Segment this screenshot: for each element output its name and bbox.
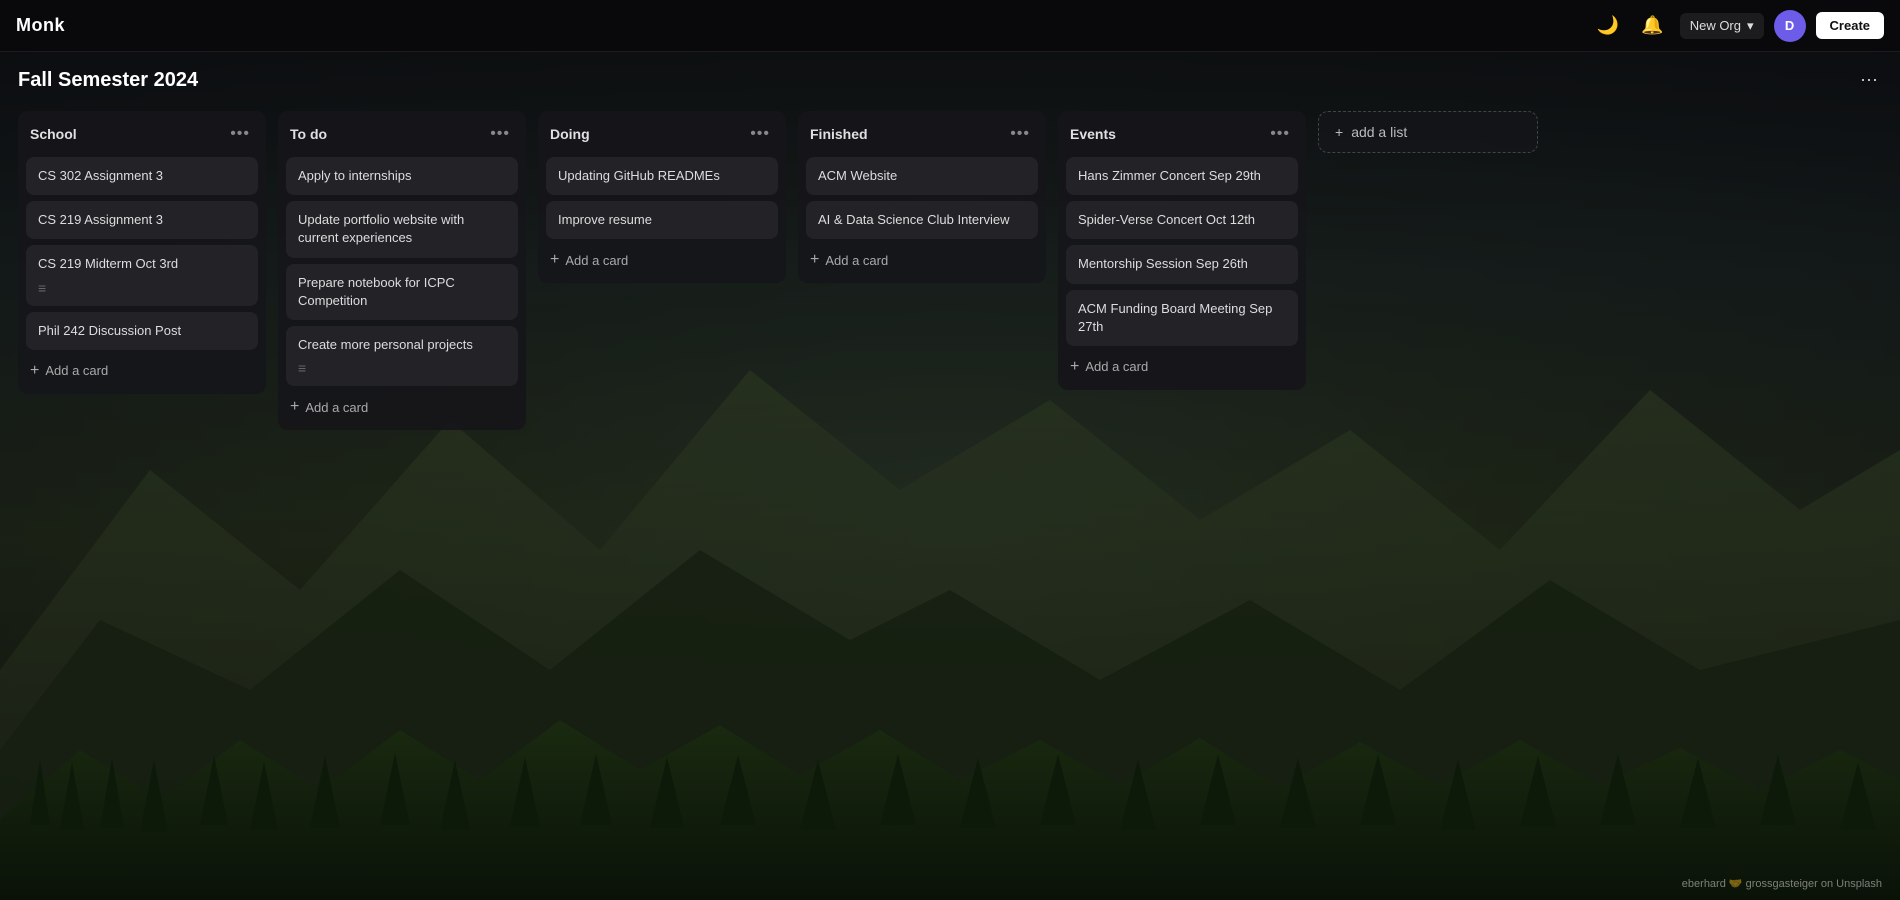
table-row[interactable]: Spider-Verse Concert Oct 12th bbox=[1066, 201, 1298, 239]
plus-icon: + bbox=[550, 251, 559, 269]
board-header: Fall Semester 2024 ⋯ bbox=[18, 66, 1882, 95]
add-card-label: Add a card bbox=[565, 253, 628, 268]
board-title: Fall Semester 2024 bbox=[18, 69, 198, 92]
card-text: Improve resume bbox=[558, 211, 766, 229]
card-text: Updating GitHub READMEs bbox=[558, 167, 766, 185]
list-menu-doing[interactable]: ••• bbox=[746, 123, 774, 145]
list-title-finished: Finished bbox=[810, 126, 868, 142]
card-text: AI & Data Science Club Interview bbox=[818, 211, 1026, 229]
add-card-button-events[interactable]: + Add a card bbox=[1066, 352, 1298, 382]
list-header-doing: Doing ••• bbox=[546, 121, 778, 151]
list-todo: To do ••• Apply to internships Update portf… bbox=[278, 111, 526, 430]
list-header-todo: To do ••• bbox=[286, 121, 518, 151]
list-title-school: School bbox=[30, 126, 77, 142]
add-card-button-finished[interactable]: + Add a card bbox=[806, 245, 1038, 275]
card-text: CS 219 Assignment 3 bbox=[38, 211, 246, 229]
list-finished: Finished ••• ACM Website AI & Data Science … bbox=[798, 111, 1046, 283]
table-row[interactable]: CS 219 Assignment 3 bbox=[26, 201, 258, 239]
org-selector[interactable]: New Org ▾ bbox=[1680, 13, 1764, 39]
add-card-button-school[interactable]: + Add a card bbox=[26, 356, 258, 386]
add-card-button-todo[interactable]: + Add a card bbox=[286, 392, 518, 422]
card-text: CS 302 Assignment 3 bbox=[38, 167, 246, 185]
notifications-button[interactable]: 🔔 bbox=[1635, 9, 1669, 42]
add-list-label: add a list bbox=[1351, 124, 1407, 140]
table-row[interactable]: Create more personal projects ≡ bbox=[286, 326, 518, 386]
card-text: ACM Funding Board Meeting Sep 27th bbox=[1078, 300, 1286, 336]
add-card-label: Add a card bbox=[1085, 359, 1148, 374]
table-row[interactable]: Update portfolio website with current ex… bbox=[286, 201, 518, 257]
avatar[interactable]: D bbox=[1774, 10, 1806, 42]
avatar-initials: D bbox=[1785, 18, 1794, 33]
list-events: Events ••• Hans Zimmer Concert Sep 29th Spi… bbox=[1058, 111, 1306, 390]
add-list-plus-icon: + bbox=[1335, 124, 1343, 140]
card-text: Spider-Verse Concert Oct 12th bbox=[1078, 211, 1286, 229]
board-menu-button[interactable]: ⋯ bbox=[1856, 66, 1882, 95]
add-card-label: Add a card bbox=[825, 253, 888, 268]
card-text: Update portfolio website with current ex… bbox=[298, 211, 506, 247]
table-row[interactable]: Updating GitHub READMEs bbox=[546, 157, 778, 195]
list-title-todo: To do bbox=[290, 126, 327, 142]
moon-icon: 🌙 bbox=[1597, 15, 1619, 36]
footer-credit: eberhard 🤝 grossgasteiger on Unsplash bbox=[1682, 877, 1882, 890]
create-button[interactable]: Create bbox=[1816, 12, 1884, 39]
card-text: Hans Zimmer Concert Sep 29th bbox=[1078, 167, 1286, 185]
list-school: School ••• CS 302 Assignment 3 CS 219 Assig… bbox=[18, 111, 266, 394]
navbar-right: 🌙 🔔 New Org ▾ D Create bbox=[1591, 9, 1884, 42]
table-row[interactable]: Hans Zimmer Concert Sep 29th bbox=[1066, 157, 1298, 195]
plus-icon: + bbox=[290, 398, 299, 416]
table-row[interactable]: Mentorship Session Sep 26th bbox=[1066, 245, 1298, 283]
list-menu-finished[interactable]: ••• bbox=[1006, 123, 1034, 145]
card-text: Create more personal projects bbox=[298, 336, 506, 354]
chevron-down-icon: ▾ bbox=[1747, 18, 1754, 34]
dark-mode-toggle[interactable]: 🌙 bbox=[1591, 9, 1625, 42]
add-card-button-doing[interactable]: + Add a card bbox=[546, 245, 778, 275]
table-row[interactable]: ACM Website bbox=[806, 157, 1038, 195]
table-row[interactable]: CS 219 Midterm Oct 3rd ≡ bbox=[26, 245, 258, 305]
card-text: CS 219 Midterm Oct 3rd bbox=[38, 255, 246, 273]
add-card-label: Add a card bbox=[305, 400, 368, 415]
card-text: Prepare notebook for ICPC Competition bbox=[298, 274, 506, 310]
list-title-events: Events bbox=[1070, 126, 1116, 142]
card-description-icon: ≡ bbox=[38, 280, 246, 296]
bell-icon: 🔔 bbox=[1641, 15, 1663, 36]
list-title-doing: Doing bbox=[550, 126, 590, 142]
table-row[interactable]: Improve resume bbox=[546, 201, 778, 239]
list-doing: Doing ••• Updating GitHub READMEs Improve r… bbox=[538, 111, 786, 283]
card-text: Phil 242 Discussion Post bbox=[38, 322, 246, 340]
card-text: Mentorship Session Sep 26th bbox=[1078, 255, 1286, 273]
table-row[interactable]: AI & Data Science Club Interview bbox=[806, 201, 1038, 239]
list-header-events: Events ••• bbox=[1066, 121, 1298, 151]
plus-icon: + bbox=[30, 362, 39, 380]
card-text: Apply to internships bbox=[298, 167, 506, 185]
navbar: Monk 🌙 🔔 New Org ▾ D Create bbox=[0, 0, 1900, 52]
org-label: New Org bbox=[1690, 18, 1741, 33]
list-menu-todo[interactable]: ••• bbox=[486, 123, 514, 145]
table-row[interactable]: ACM Funding Board Meeting Sep 27th bbox=[1066, 290, 1298, 346]
list-menu-events[interactable]: ••• bbox=[1266, 123, 1294, 145]
app-logo: Monk bbox=[16, 15, 65, 36]
table-row[interactable]: Phil 242 Discussion Post bbox=[26, 312, 258, 350]
plus-icon: + bbox=[810, 251, 819, 269]
table-row[interactable]: Apply to internships bbox=[286, 157, 518, 195]
table-row[interactable]: Prepare notebook for ICPC Competition bbox=[286, 264, 518, 320]
board-area: Fall Semester 2024 ⋯ School ••• CS 302 Ass… bbox=[0, 52, 1900, 442]
list-header-finished: Finished ••• bbox=[806, 121, 1038, 151]
table-row[interactable]: CS 302 Assignment 3 bbox=[26, 157, 258, 195]
card-text: ACM Website bbox=[818, 167, 1026, 185]
list-header-school: School ••• bbox=[26, 121, 258, 151]
plus-icon: + bbox=[1070, 358, 1079, 376]
add-card-label: Add a card bbox=[45, 363, 108, 378]
lists-container: School ••• CS 302 Assignment 3 CS 219 Assig… bbox=[18, 111, 1882, 442]
list-menu-school[interactable]: ••• bbox=[226, 123, 254, 145]
card-description-icon: ≡ bbox=[298, 360, 506, 376]
navbar-left: Monk bbox=[16, 15, 65, 36]
add-list-button[interactable]: + add a list bbox=[1318, 111, 1538, 153]
